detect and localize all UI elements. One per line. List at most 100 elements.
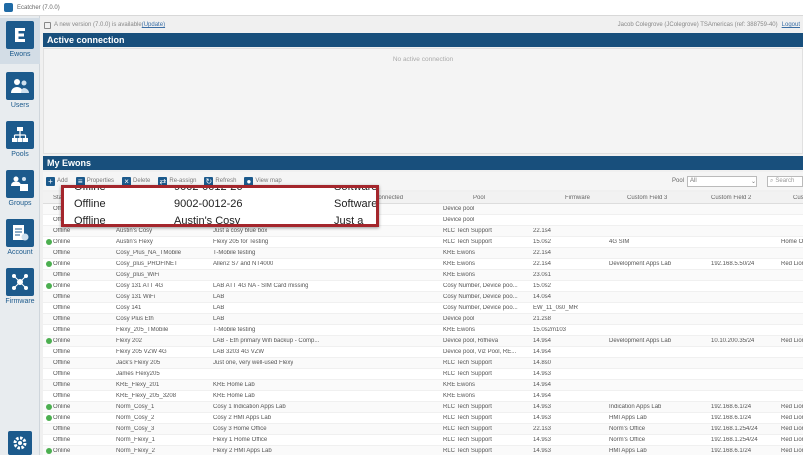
table-cell: KRE Ewons — [443, 382, 476, 388]
column-header[interactable]: Custom Field 3 — [627, 195, 667, 201]
sidebar-item-users[interactable]: Users — [0, 69, 40, 115]
table-cell: Red Lion Lab — [781, 338, 803, 344]
table-cell: Flexy 205 for Testing — [213, 239, 269, 245]
online-status-icon — [46, 448, 52, 454]
table-cell: 22.1s4 — [533, 228, 552, 234]
table-cell: 14.9s3 — [533, 415, 552, 421]
table-cell: Device pool, Rifheva — [443, 338, 499, 344]
column-header[interactable]: Firmware — [565, 195, 590, 201]
table-row[interactable]: Offline Cosy 131 WiFi LAB Cosy Number, Devi… — [43, 292, 803, 303]
table-row[interactable]: Offline Cosy Plus Eth LAB Device pool 21.2s8 — [43, 314, 803, 325]
table-cell: 14.9s4 — [533, 393, 552, 399]
table-cell: Device pool — [443, 217, 475, 223]
table-row[interactable]: Offline James Flexy205 RLC Tech Support 14.… — [43, 369, 803, 380]
ewons-table: StatusNameDescriptionLast ConnectedPoolF… — [43, 192, 803, 455]
column-header[interactable]: Pool — [473, 195, 485, 201]
sidebar-item-settings[interactable] — [0, 428, 40, 455]
table-row[interactable]: Offline Norm_Flexy_1 Flexy 1 Home Office RL… — [43, 435, 803, 446]
column-header[interactable]: Custom Field 1 — [793, 195, 803, 201]
table-cell: Offline — [53, 349, 71, 355]
sidebar-item-firmware[interactable]: Firmware — [0, 265, 40, 311]
table-row[interactable]: Online Norm_Cosy_1 Cosy 1 Indication Apps … — [43, 402, 803, 413]
table-cell: Norm's Office — [609, 426, 646, 432]
table-cell: KRE Ewons — [443, 272, 476, 278]
table-cell: Cosy Number, Device poo... — [443, 294, 518, 300]
table-cell: Device pool, Viz Pool, RE... — [443, 349, 517, 355]
table-row[interactable]: Offline Flexy_205_TMobile T-Mobile testing… — [43, 325, 803, 336]
table-row[interactable]: Offline Norm_Cosy_3 Cosy 3 Home Office RLC … — [43, 424, 803, 435]
table-cell: Red Lion Lab — [781, 404, 803, 410]
table-cell: Flexy 202 — [116, 338, 143, 344]
users-icon — [6, 72, 34, 100]
table-cell: Offline — [53, 426, 71, 432]
table-cell: Norm_Flexy_2 — [116, 448, 156, 454]
sidebar-item-pools[interactable]: Pools — [0, 118, 40, 164]
table-cell: Home Office — [781, 239, 803, 245]
table-cell: LAB ATT 4G NA - SIM Card missing — [213, 283, 309, 289]
table-cell: Online — [53, 239, 71, 245]
callout-row-main[interactable]: Offline 9002-0012-26 Software — [64, 198, 376, 212]
table-cell: Red Lion Lab — [781, 426, 803, 432]
table-cell: LAB — [213, 305, 225, 311]
table-row[interactable]: Offline Jack's Flexy 205 Just one, very we… — [43, 358, 803, 369]
pool-select[interactable]: All ⌄ — [687, 175, 757, 187]
column-header[interactable]: Custom Field 2 — [711, 195, 751, 201]
sidebar-item-groups[interactable]: Groups — [0, 167, 40, 213]
groups-icon — [6, 170, 34, 198]
table-cell: Offline — [53, 250, 71, 256]
table-row[interactable]: Offline Flexy 205 VZW 4G LAB 3203 4G VZW De… — [43, 347, 803, 358]
table-cell: KRE Ewons — [443, 393, 476, 399]
chevron-down-icon: ⌄ — [750, 178, 756, 185]
table-cell: Just one, very well-used Flexy — [213, 360, 294, 366]
table-cell: 10.10.200.35/24 — [711, 338, 755, 344]
online-status-icon — [46, 404, 52, 410]
table-row[interactable]: Online Cosy 131 ATT 4G LAB ATT 4G NA - SIM… — [43, 281, 803, 292]
table-cell: Flexy 2 HMI Apps Lab — [213, 448, 272, 454]
table-row[interactable]: Offline KRE_Flexy_205_3208 KRE Home Lab KRE… — [43, 391, 803, 402]
table-row[interactable]: Online Austin's Flexy Flexy 205 for Testin… — [43, 237, 803, 248]
logout-link[interactable]: Logout — [782, 22, 800, 28]
table-row[interactable]: Offline Austin's Cosy Just a cosy blue box… — [43, 226, 803, 237]
plus-icon: + — [46, 176, 55, 186]
table-row[interactable]: Online Norm_Cosy_2 Cosy 2 HMI Apps Lab RLC … — [43, 413, 803, 424]
table-row[interactable]: Online Cosy_plus_PROFINET Allen2 S7 and NT… — [43, 259, 803, 270]
table-row[interactable]: Offline Cosy 141 LAB Cosy Number, Device po… — [43, 303, 803, 314]
table-cell: 192.168.1.254/24 — [711, 437, 758, 443]
sidebar-item-ewons[interactable]: Ewons — [0, 18, 40, 64]
update-link[interactable]: (Update) — [142, 22, 165, 28]
table-cell: James Flexy205 — [116, 371, 160, 377]
table-cell: Red Lion Lab — [781, 448, 803, 454]
table-cell: KRE Ewons — [443, 250, 476, 256]
table-cell: RLC Tech Support — [443, 448, 492, 454]
table-cell: 14.8s0 — [533, 360, 552, 366]
table-cell: 15.0s2 — [533, 283, 552, 289]
table-cell: RLC Tech Support — [443, 426, 492, 432]
sidebar: Ewons Users Pools Groups Account Firmwar… — [0, 16, 40, 455]
search-input[interactable]: ⌕ Search — [767, 175, 803, 187]
online-status-icon — [46, 338, 52, 344]
table-row[interactable]: Online Flexy 202 LAB - Eth primary Wifi ba… — [43, 336, 803, 347]
table-cell: Flexy_205_TMobile — [116, 327, 169, 333]
table-cell: Norm's Office — [609, 437, 646, 443]
table-cell: Offline — [53, 360, 71, 366]
window-title: Ecatcher (7.0.0) — [17, 4, 60, 11]
table-cell: RLC Tech Support — [443, 437, 492, 443]
table-cell: 21.2s8 — [533, 316, 552, 322]
table-row[interactable]: Offline KRE_Flexy_201 KRE Home Lab KRE Ewon… — [43, 380, 803, 391]
account-icon — [6, 219, 34, 247]
warning-icon — [44, 21, 51, 29]
table-row[interactable]: Online Norm_Flexy_2 Flexy 2 HMI Apps Lab RL… — [43, 446, 803, 455]
table-cell: 192.168.6.1/24 — [711, 404, 752, 410]
table-cell: RLC Tech Support — [443, 239, 492, 245]
table-cell: Offline — [53, 294, 71, 300]
table-cell: T-Mobile testing — [213, 250, 256, 256]
table-row[interactable]: Offline Cosy_plus_WiFi KRE Ewons 23.0s1 — [43, 270, 803, 281]
table-cell: 22.1s3 — [533, 426, 552, 432]
table-cell: Development Apps Lab — [609, 261, 672, 267]
table-cell: 14.9s3 — [533, 448, 552, 454]
table-row[interactable]: Offline Cosy_Plus_NA_TMobile T-Mobile test… — [43, 248, 803, 259]
online-status-icon — [46, 415, 52, 421]
table-cell: 14.9s4 — [533, 349, 552, 355]
table-cell: T-Mobile testing — [213, 327, 256, 333]
sidebar-item-account[interactable]: Account — [0, 216, 40, 262]
